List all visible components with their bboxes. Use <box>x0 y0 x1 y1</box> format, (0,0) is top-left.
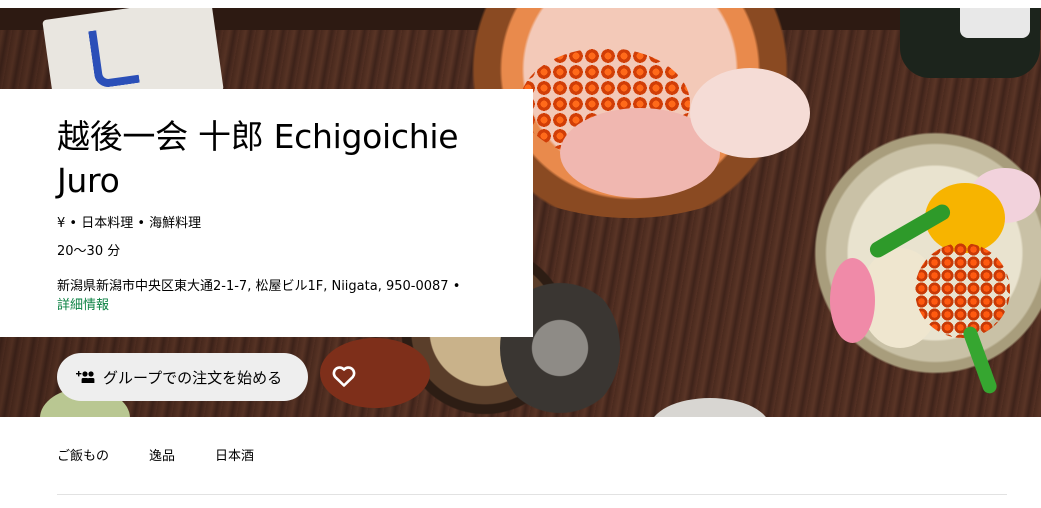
store-address-block: 新潟県新潟市中央区東大通2-1-7, 松屋ビル1F, Niigata, 950-… <box>57 277 477 315</box>
store-cuisine-line: ¥ • 日本料理 • 海鮮料理 <box>57 216 202 231</box>
category-tabs: ご飯もの 逸品 日本酒 <box>57 447 294 471</box>
store-title: 越後一会 十郎 Echigoichie Juro <box>57 117 459 200</box>
hero-photo-layer <box>690 68 810 158</box>
store-address: 新潟県新潟市中央区東大通2-1-7, 松屋ビル1F, Niigata, 950-… <box>57 279 461 294</box>
hero-photo-layer <box>830 258 875 343</box>
tab-sake[interactable]: 日本酒 <box>215 447 254 471</box>
tab-rice-dishes[interactable]: ご飯もの <box>57 447 109 471</box>
hero-photo-layer <box>88 25 140 89</box>
store-details-link[interactable]: 詳細情報 <box>57 298 109 313</box>
add-group-icon <box>73 367 95 387</box>
tab-specialties[interactable]: 逸品 <box>149 447 175 471</box>
hero-photo-layer <box>650 398 770 417</box>
heart-outline-icon <box>331 365 357 391</box>
hero-photo-layer <box>960 8 1030 38</box>
tabs-divider <box>57 494 1007 495</box>
hero-photo-layer <box>915 243 1010 338</box>
group-order-label: グループでの注文を始める <box>103 368 283 387</box>
store-info-card: 越後一会 十郎 Echigoichie Juro ¥ • 日本料理 • 海鮮料理… <box>0 89 533 337</box>
store-delivery-time: 20〜30 分 <box>57 244 121 259</box>
favorite-button[interactable] <box>328 362 360 392</box>
group-order-button[interactable]: グループでの注文を始める <box>57 353 308 401</box>
